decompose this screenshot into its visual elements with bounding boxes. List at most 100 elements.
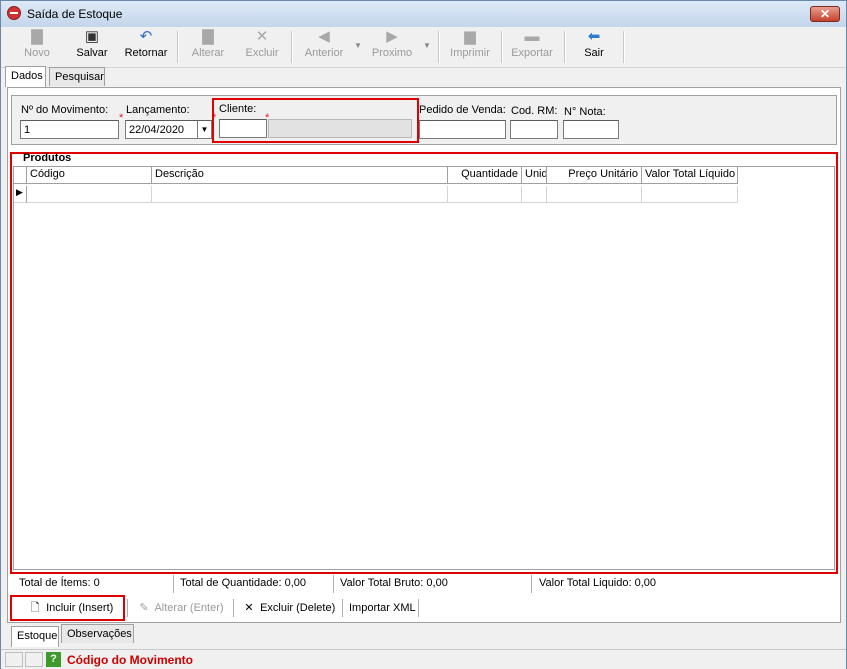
status-bar: ? Código do Movimento (1, 649, 846, 669)
printer-icon: ▆ (464, 28, 476, 45)
novo-label: Novo (24, 47, 50, 59)
totals-bar: Total de Ítems: 0 Total de Quantidade: 0… (13, 575, 835, 593)
actions-separator (233, 599, 235, 617)
edit-icon: ▇ (202, 28, 214, 45)
edit-pencil-icon: ✎ (139, 602, 149, 614)
movimento-label: Nº do Movimento: (21, 104, 109, 116)
row-indicator: ▶ (14, 186, 27, 203)
anterior-label: Anterior (304, 47, 344, 59)
tab-observacoes[interactable]: Observações (61, 624, 134, 643)
window: Saída de Estoque ✕ ▇ Novo ▣ Salvar ↶ Ret… (0, 0, 847, 669)
title-bar: Saída de Estoque ✕ (1, 1, 846, 28)
chevron-down-icon: ▼ (200, 125, 209, 134)
alterar-item-button[interactable]: ✎ Alterar (Enter) (136, 597, 231, 619)
close-icon: ✕ (819, 7, 831, 21)
importar-xml-button[interactable]: Importar XML (349, 597, 419, 619)
toolbar: ▇ Novo ▣ Salvar ↶ Retornar ▇ Alterar ✕ E… (1, 27, 846, 68)
toolbar-separator (623, 31, 625, 63)
excluir-label: Excluir (245, 47, 279, 59)
proximo-button[interactable]: ▶ Proximo (369, 29, 415, 65)
col-preco-unitario[interactable]: Preço Unitário (547, 167, 642, 184)
tab-dados[interactable]: Dados (5, 66, 46, 87)
new-document-icon: ▇ (31, 28, 43, 45)
salvar-button[interactable]: ▣ Salvar (71, 29, 113, 65)
col-unid[interactable]: Unid (522, 167, 547, 184)
exit-arrow-icon: ⬅ (587, 28, 601, 45)
novo-button[interactable]: ▇ Novo (17, 29, 57, 65)
undo-arrow-icon: ↶ (139, 28, 153, 45)
arrow-right-icon: ▶ (386, 28, 398, 45)
retornar-button[interactable]: ↶ Retornar (121, 29, 171, 65)
imprimir-button[interactable]: ▆ Imprimir (447, 29, 493, 65)
valor-total-liquido: Valor Total Liquido: 0,00 (539, 577, 657, 589)
excluir-item-label: Excluir (Delete) (260, 602, 336, 614)
status-cell (25, 652, 43, 667)
cliente-highlight-box (212, 98, 419, 143)
toolbar-separator (501, 31, 503, 63)
date-dropdown-button[interactable]: ▼ (197, 120, 212, 139)
col-codigo[interactable]: Código (27, 167, 152, 184)
grid-actions-bar: 🗋 Incluir (Insert) ✎ Alterar (Enter) ✕ E… (10, 595, 837, 621)
cell-valor-total[interactable] (642, 186, 738, 203)
sair-button[interactable]: ⬅ Sair (576, 29, 612, 65)
delete-x-icon: ✕ (255, 28, 269, 45)
produtos-title: Produtos (23, 152, 72, 164)
lancamento-label: Lançamento: (126, 104, 190, 116)
arrow-left-icon: ◀ (318, 28, 330, 45)
codrm-input[interactable] (510, 120, 558, 139)
toolbar-separator (438, 31, 440, 63)
toolbar-separator (291, 31, 293, 63)
total-itens: Total de Ítems: 0 (19, 577, 100, 589)
pedido-input[interactable] (419, 120, 506, 139)
close-window-button[interactable]: ✕ (810, 6, 840, 22)
col-descricao[interactable]: Descrição (152, 167, 448, 184)
status-message: Código do Movimento (67, 653, 193, 667)
excluir-button[interactable]: ✕ Excluir (241, 29, 283, 65)
alterar-button[interactable]: ▇ Alterar (187, 29, 229, 65)
save-disk-icon: ▣ (84, 28, 100, 45)
col-quantidade[interactable]: Quantidade (448, 167, 522, 184)
actions-separator (127, 599, 129, 617)
cell-preco-unitario[interactable] (547, 186, 642, 203)
cell-descricao[interactable] (152, 186, 448, 203)
cell-codigo[interactable] (27, 186, 152, 203)
movimento-input[interactable] (20, 120, 119, 139)
row-indicator-header (14, 167, 27, 184)
total-quantidade: Total de Quantidade: 0,00 (180, 577, 306, 589)
proximo-label: Proximo (371, 47, 413, 59)
toolbar-separator (177, 31, 179, 63)
col-valor-total[interactable]: Valor Total Líquido (642, 167, 738, 184)
grid-header: Código Descrição Quantidade Unid Preço U… (14, 167, 738, 184)
cell-quantidade[interactable] (448, 186, 522, 203)
tab-pesquisar[interactable]: Pesquisar (49, 67, 105, 86)
excluir-item-button[interactable]: ✕ Excluir (Delete) (241, 597, 341, 619)
nota-label: N° Nota: (564, 106, 606, 118)
totals-separator (333, 575, 334, 593)
tab-estoque[interactable]: Estoque (11, 626, 59, 647)
lancamento-date-input[interactable] (125, 120, 198, 139)
imprimir-label: Imprimir (450, 47, 490, 59)
toolbar-separator (564, 31, 566, 63)
nota-input[interactable] (563, 120, 619, 139)
alterar-item-label: Alterar (Enter) (154, 602, 224, 614)
anterior-button[interactable]: ◀ Anterior (301, 29, 347, 65)
retornar-label: Retornar (124, 47, 168, 59)
row-pointer-icon: ▶ (16, 187, 23, 197)
incluir-highlight-box (10, 595, 125, 621)
exportar-button[interactable]: ▬ Exportar (507, 29, 557, 65)
movimento-required-mark: * (119, 112, 124, 124)
codrm-label: Cod. RM: (511, 105, 558, 117)
anterior-dropdown-icon[interactable]: ▼ (354, 41, 362, 50)
valor-total-bruto: Valor Total Bruto: 0,00 (340, 577, 448, 589)
alterar-label: Alterar (191, 47, 225, 59)
cell-unid[interactable] (522, 186, 547, 203)
export-folder-icon: ▬ (524, 28, 540, 45)
proximo-dropdown-icon[interactable]: ▼ (423, 41, 431, 50)
pedido-label: Pedido de Venda: (419, 104, 506, 116)
delete-x-icon: ✕ (244, 602, 254, 614)
exportar-label: Exportar (511, 47, 553, 59)
window-title: Saída de Estoque (27, 7, 123, 21)
produtos-grid[interactable]: Código Descrição Quantidade Unid Preço U… (13, 166, 835, 570)
help-icon[interactable]: ? (46, 652, 61, 667)
totals-separator (531, 575, 532, 593)
